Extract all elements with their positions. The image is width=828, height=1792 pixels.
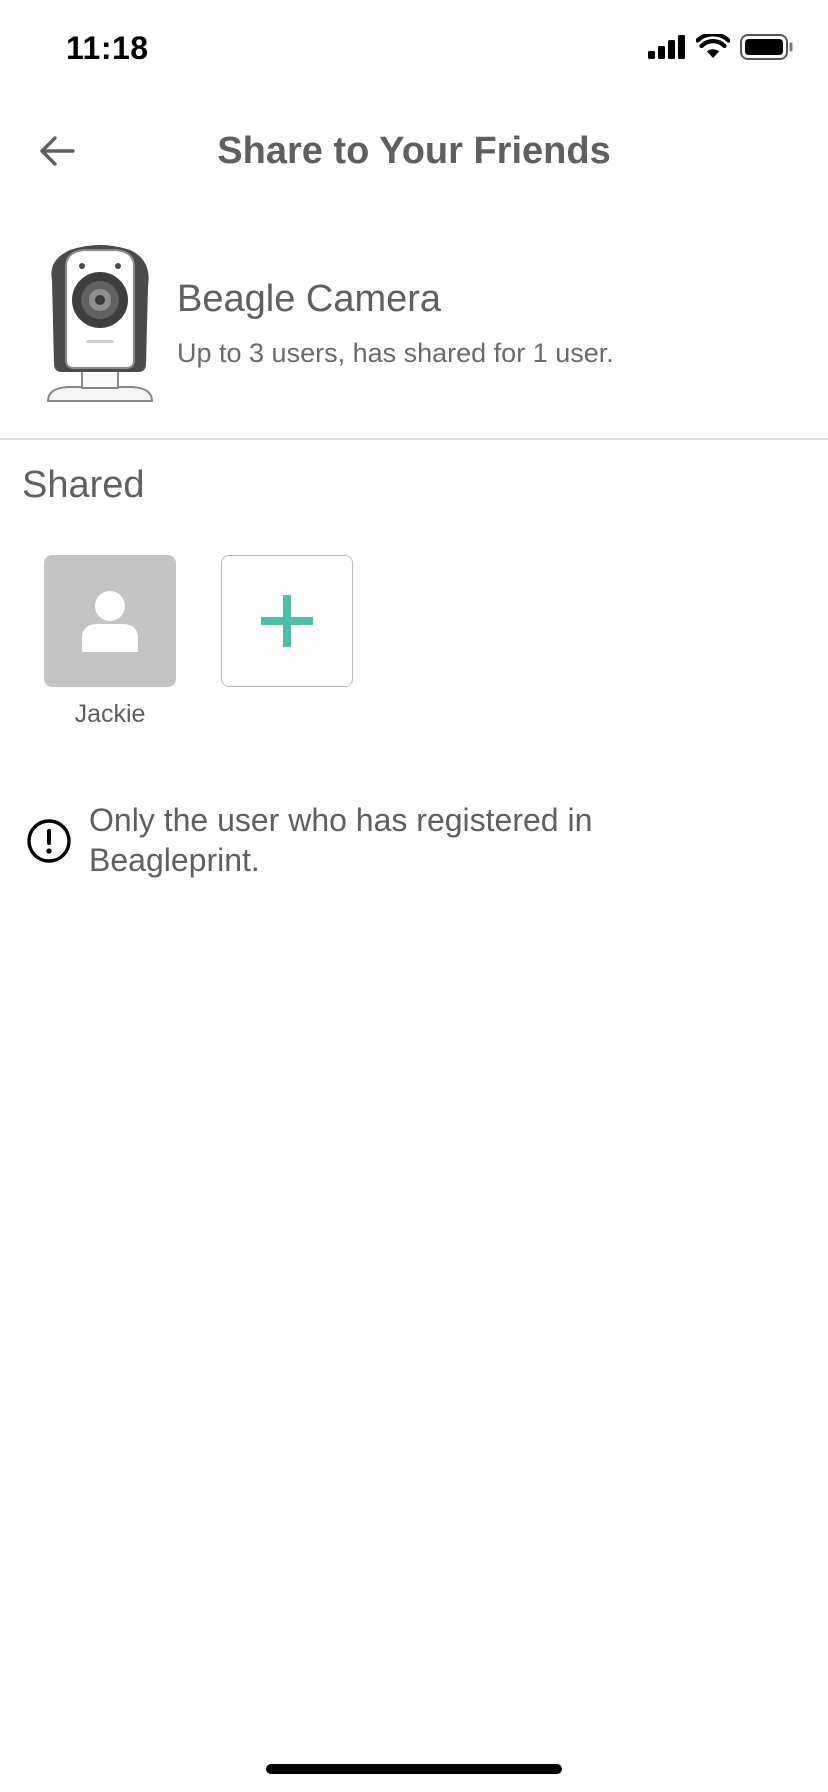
plus-icon [261, 595, 313, 647]
notice-text: Only the user who has registered in Beag… [89, 802, 593, 878]
person-icon [82, 591, 138, 652]
nav-bar: Share to Your Friends [0, 100, 828, 204]
device-info: Beagle Camera Up to 3 users, has shared … [0, 226, 828, 406]
divider [0, 438, 828, 440]
status-icons [648, 34, 794, 60]
status-time: 11:18 [66, 30, 149, 66]
shared-user-name: Jackie [74, 700, 146, 728]
battery-icon [740, 34, 793, 60]
status-bar: 11:18 [0, 0, 828, 100]
camera-image [44, 236, 156, 406]
device-share-limit: Up to 3 users, has shared for 1 user. [177, 338, 614, 368]
page-title: Share to Your Friends [217, 130, 611, 172]
exclamation-circle-icon [27, 819, 71, 863]
add-user-button[interactable] [221, 555, 353, 687]
device-name: Beagle Camera [177, 278, 442, 320]
wifi-icon [696, 34, 730, 58]
home-indicator [266, 1764, 562, 1774]
cellular-signal-icon [648, 35, 685, 59]
shared-user-tile[interactable] [44, 555, 176, 687]
shared-section-title: Shared [22, 464, 145, 506]
